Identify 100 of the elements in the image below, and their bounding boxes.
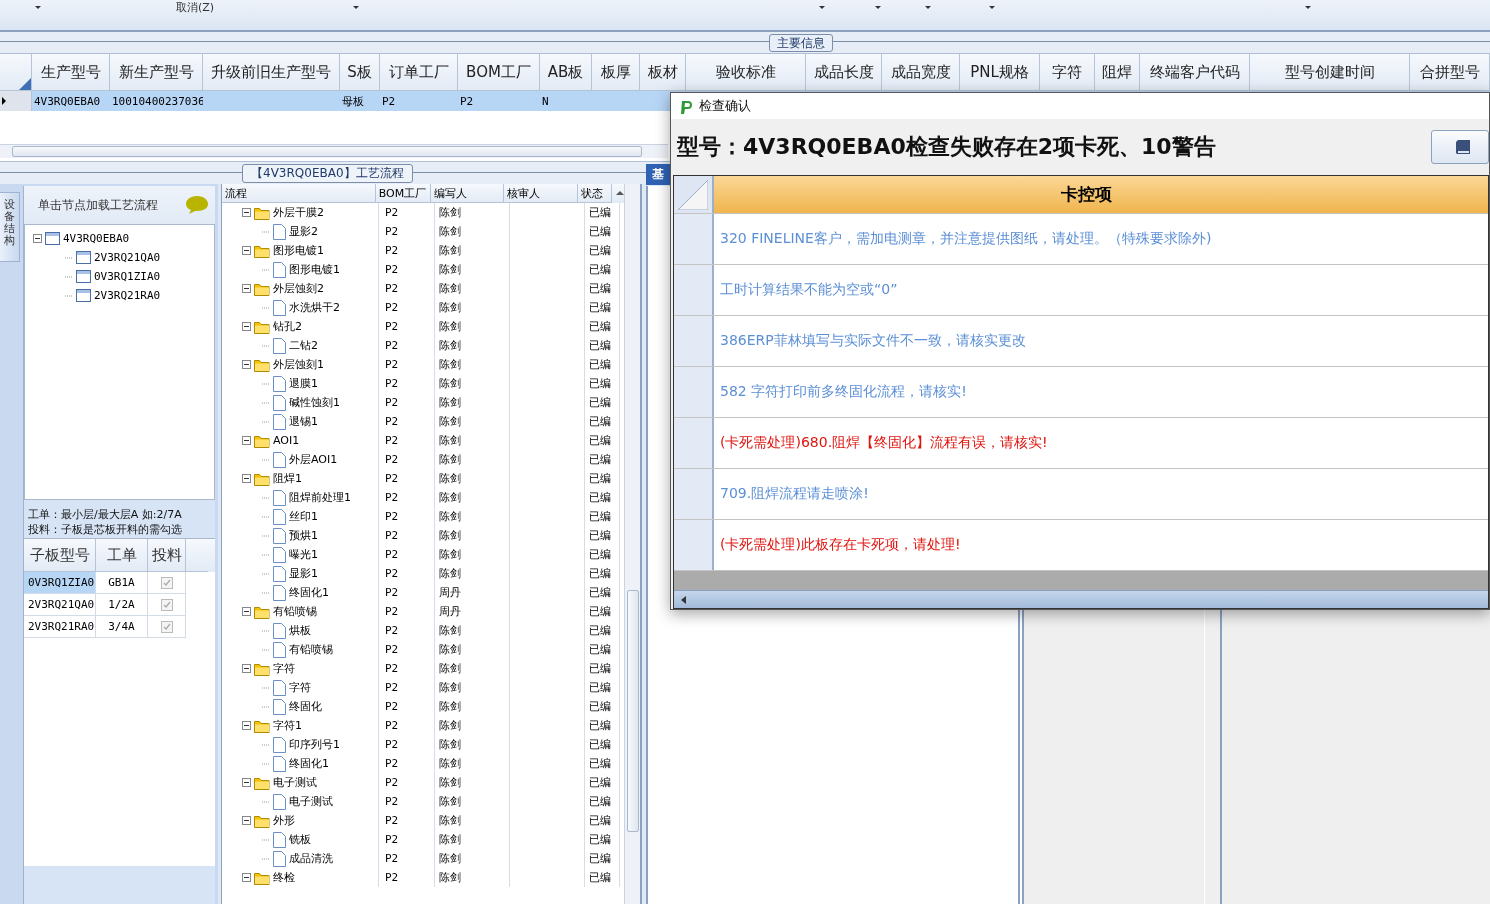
dropdown-caret-icon[interactable]: [924, 5, 932, 10]
collapse-icon[interactable]: [242, 664, 251, 673]
tree-node[interactable]: 4V3RQ0EBA0: [63, 232, 130, 245]
tree-node[interactable]: 退锡1: [289, 414, 318, 429]
table-cell: 陈剑: [435, 754, 510, 773]
tree-node[interactable]: 预烘1: [289, 528, 318, 543]
tree-node[interactable]: 丝印1: [289, 509, 318, 524]
dropdown-caret-icon[interactable]: [874, 5, 882, 10]
table-cell: P2: [379, 735, 435, 754]
document-icon: [273, 736, 286, 753]
tree-node[interactable]: 外层AOI1: [289, 452, 338, 467]
table-cell: P2: [379, 488, 435, 507]
tree-node[interactable]: 成品清洗: [289, 851, 333, 866]
tree-node[interactable]: 电子测试: [289, 794, 333, 809]
tree-node[interactable]: 外层蚀刻2: [273, 281, 324, 296]
tree-node[interactable]: 电子测试: [273, 775, 317, 790]
tree-node[interactable]: 曝光1: [289, 547, 318, 562]
tree-node[interactable]: 2V3RQ21RA0: [94, 289, 161, 302]
table-cell: 已编: [585, 868, 620, 887]
collapse-icon[interactable]: [33, 234, 42, 243]
tree-node[interactable]: 字符1: [273, 718, 302, 733]
export-button[interactable]: [1431, 130, 1489, 164]
tree-node[interactable]: 图形电镀1: [273, 243, 324, 258]
collapse-icon[interactable]: [242, 360, 251, 369]
tree-node[interactable]: 2V3RQ21QA0: [94, 251, 161, 264]
tree-node[interactable]: 终检: [273, 870, 295, 885]
tree-node[interactable]: 烘板: [289, 623, 311, 638]
panel-tab[interactable]: 基: [646, 164, 670, 185]
collapse-icon[interactable]: [242, 436, 251, 445]
tree-node[interactable]: 显影1: [289, 566, 318, 581]
checkbox[interactable]: [160, 576, 173, 589]
collapse-icon[interactable]: [242, 607, 251, 616]
tree-node[interactable]: 外形: [273, 813, 295, 828]
tree-node[interactable]: 外层干膜2: [273, 205, 324, 220]
collapse-icon[interactable]: [242, 721, 251, 730]
scroll-up-icon[interactable]: [616, 190, 624, 196]
tree-node[interactable]: 外层蚀刻1: [273, 357, 324, 372]
row-header: [674, 418, 714, 468]
document-icon: [273, 565, 286, 582]
tree-node[interactable]: 钻孔2: [273, 319, 302, 334]
table-cell: P2: [379, 279, 435, 298]
row-header: [674, 367, 714, 417]
tree-node[interactable]: 铣板: [289, 832, 311, 847]
tree-node[interactable]: 水洗烘干2: [289, 300, 340, 315]
collapse-icon[interactable]: [242, 873, 251, 882]
tree-node[interactable]: 终固化: [289, 699, 322, 714]
column-header[interactable]: BOM工厂: [375, 184, 431, 203]
document-icon: [273, 622, 286, 639]
column-header[interactable]: 工单: [96, 539, 148, 572]
collapse-icon[interactable]: [242, 208, 251, 217]
tree-node[interactable]: 字符: [273, 661, 295, 676]
column-header[interactable]: 流程: [222, 184, 376, 203]
tree-node[interactable]: 终固化1: [289, 585, 329, 600]
tree-node[interactable]: 二钻2: [289, 338, 318, 353]
select-all-corner-icon[interactable]: [19, 78, 31, 90]
collapse-icon[interactable]: [242, 246, 251, 255]
tree-node[interactable]: 印序列号1: [289, 737, 340, 752]
tree-node[interactable]: 碱性蚀刻1: [289, 395, 340, 410]
column-header[interactable]: 核审人: [504, 184, 578, 203]
table-cell: 陈剑: [435, 412, 510, 431]
tree-node[interactable]: 字符: [289, 680, 311, 695]
cancel-button[interactable]: 取消(Z): [174, 0, 217, 15]
panel-tab[interactable]: 【4V3RQ0EBA0】工艺流程: [242, 164, 413, 183]
table-cell: 陈剑: [435, 678, 510, 697]
scroll-left-icon[interactable]: [680, 595, 688, 604]
tree-node[interactable]: 0V3RQ1ZIA0: [94, 270, 161, 283]
column-header[interactable]: 状态: [577, 184, 612, 203]
collapse-icon[interactable]: [242, 322, 251, 331]
table-cell: 陈剑: [435, 488, 510, 507]
table-cell: P2: [379, 583, 435, 602]
tree-node[interactable]: 终固化1: [289, 756, 329, 771]
tree-node[interactable]: 阻焊前处理1: [289, 490, 351, 505]
dropdown-caret-icon[interactable]: [34, 5, 42, 10]
table-cell: 已编: [585, 830, 620, 849]
column-header[interactable]: 编写人: [430, 184, 505, 203]
column-header[interactable]: 投料: [148, 539, 186, 572]
tree-node[interactable]: 有铅喷锡: [289, 642, 333, 657]
checkbox[interactable]: [160, 620, 173, 633]
device-tree[interactable]: 4V3RQ0EBA0 2V3RQ21QA0 0V3RQ1ZIA0 2V3RQ21RA0: [24, 224, 215, 500]
checkbox[interactable]: [160, 598, 173, 611]
collapse-icon[interactable]: [242, 816, 251, 825]
tree-node[interactable]: 阻焊1: [273, 471, 302, 486]
tree-node[interactable]: 退膜1: [289, 376, 318, 391]
dropdown-caret-icon[interactable]: [818, 5, 826, 10]
collapse-icon[interactable]: [242, 474, 251, 483]
tree-node[interactable]: AOI1: [273, 434, 300, 447]
table-cell: 陈剑: [435, 298, 510, 317]
dropdown-caret-icon[interactable]: [1304, 5, 1312, 10]
dropdown-caret-icon[interactable]: [988, 5, 996, 10]
collapse-icon[interactable]: [242, 284, 251, 293]
tree-node[interactable]: 图形电镀1: [289, 262, 340, 277]
dropdown-caret-icon[interactable]: [352, 5, 360, 10]
column-header[interactable]: 卡控项: [714, 176, 1488, 213]
tree-node[interactable]: 有铅喷锡: [273, 604, 317, 619]
tree-node[interactable]: 显影2: [289, 224, 318, 239]
side-tab[interactable]: 设备结构: [0, 192, 20, 262]
table-cell: 已编: [585, 336, 620, 355]
document-icon: [273, 451, 286, 468]
collapse-icon[interactable]: [242, 778, 251, 787]
table-cell: P2: [379, 412, 435, 431]
